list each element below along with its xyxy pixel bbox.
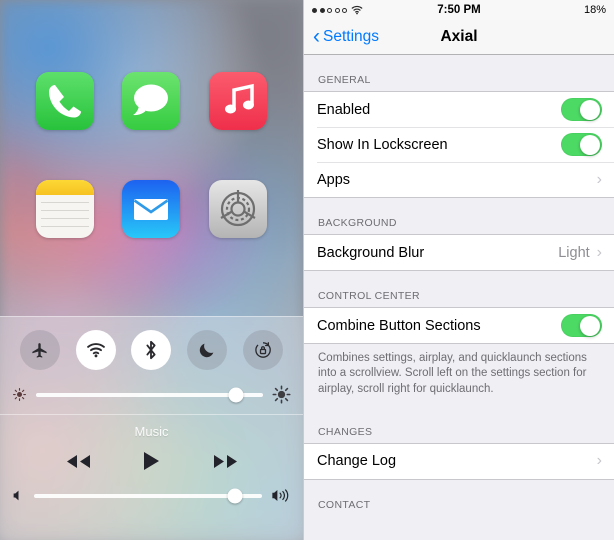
- gear-glyph: [220, 190, 256, 227]
- moon-icon: [200, 343, 214, 358]
- screenshot-root: Music 7:50 PM 18% ‹ Settings Axial GENER…: [0, 0, 614, 540]
- wifi-toggle[interactable]: [75, 330, 116, 370]
- settings-row-label: Enabled: [317, 101, 371, 118]
- toggle-thumb: [580, 99, 600, 120]
- notes-header-band: [36, 180, 95, 195]
- rewind-icon: [66, 454, 90, 468]
- volume-low-icon: [13, 490, 19, 501]
- music-transport-controls: [0, 441, 303, 482]
- ios-home-screen: Music: [0, 0, 303, 540]
- back-button-label: Settings: [323, 28, 380, 45]
- settings-group: Background Blur Light ›: [304, 234, 614, 271]
- chevron-right-icon: ›: [596, 243, 602, 261]
- section-header: CONTROL CENTER: [318, 290, 420, 302]
- signal-dot: [327, 7, 332, 13]
- rotation-lock-icon: [255, 342, 271, 358]
- settings-row[interactable]: Change Log ›: [304, 443, 614, 479]
- settings-group: Enabled Show In Lockscreen Apps ›: [304, 91, 614, 198]
- toggle-thumb: [580, 315, 600, 336]
- notes-rule: [41, 210, 90, 211]
- notes-rule: [41, 218, 90, 219]
- chevron-left-icon: ‹: [313, 24, 320, 48]
- volume-slider-knob[interactable]: [227, 488, 243, 503]
- do-not-disturb-toggle[interactable]: [187, 330, 228, 370]
- brightness-slider-knob[interactable]: [228, 387, 244, 402]
- brightness-slider[interactable]: [36, 387, 263, 402]
- section-header: CONTACT: [318, 498, 371, 511]
- envelope-glyph: [134, 199, 169, 220]
- signal-strength-dots: [312, 7, 347, 13]
- speech-bubble-glyph: [133, 84, 169, 116]
- airplane-mode-toggle[interactable]: [19, 330, 60, 370]
- notes-rule: [41, 202, 90, 203]
- chevron-right-icon: ›: [596, 452, 602, 470]
- settings-row-value: Light: [558, 244, 590, 261]
- settings-row-label: Apps: [317, 171, 351, 188]
- volume-slider-row: [0, 482, 303, 511]
- wifi-icon: [351, 5, 363, 15]
- forward-button[interactable]: [211, 450, 241, 472]
- section-header: BACKGROUND: [318, 217, 397, 229]
- phone-app-icon[interactable]: [36, 72, 95, 130]
- back-button[interactable]: ‹ Settings: [313, 24, 380, 48]
- signal-dot: [319, 7, 325, 13]
- toggle-thumb: [580, 134, 600, 155]
- settings-row-label: Combine Button Sections: [317, 317, 481, 334]
- settings-row[interactable]: Apps ›: [304, 162, 614, 197]
- section-footer-note: Combines settings, airplay, and quicklau…: [318, 352, 587, 395]
- settings-row[interactable]: Background Blur Light ›: [304, 235, 614, 270]
- navigation-bar: ‹ Settings Axial: [304, 20, 614, 55]
- toggle-switch[interactable]: [561, 133, 602, 156]
- settings-table[interactable]: GENERAL Enabled Show In Lockscreen Apps › BAC…: [304, 55, 614, 540]
- brightness-slider-row: [0, 379, 303, 412]
- toggle-switch[interactable]: [561, 98, 602, 121]
- brightness-high-icon: [272, 385, 291, 404]
- settings-row[interactable]: Enabled: [304, 92, 614, 127]
- settings-row-label: Background Blur: [317, 244, 425, 261]
- volume-high-icon: [272, 489, 289, 502]
- messages-app-icon[interactable]: [122, 72, 181, 130]
- settings-row-label: Change Log: [317, 453, 397, 470]
- section-header: CHANGES: [318, 425, 373, 438]
- notes-rule: [41, 226, 90, 227]
- wifi-icon: [86, 343, 105, 358]
- play-icon: [144, 452, 159, 470]
- phone-glyph: [49, 85, 82, 118]
- airplane-icon: [32, 342, 48, 358]
- signal-dot: [342, 7, 347, 13]
- settings-screen: 7:50 PM 18% ‹ Settings Axial GENERAL Enab…: [303, 0, 614, 540]
- settings-row[interactable]: Show In Lockscreen: [304, 127, 614, 162]
- fast-forward-icon: [213, 454, 237, 468]
- toggle-switch[interactable]: [561, 314, 602, 337]
- play-button[interactable]: [137, 450, 167, 472]
- bluetooth-icon: [146, 340, 157, 360]
- status-bar-left: [312, 5, 363, 15]
- brightness-low-icon: [13, 388, 26, 401]
- signal-dot: [334, 7, 340, 13]
- settings-app-icon[interactable]: [208, 180, 267, 238]
- chevron-right-icon: ›: [596, 170, 602, 188]
- settings-group: Change Log ›: [304, 442, 614, 480]
- music-widget-title: Music: [134, 424, 169, 439]
- signal-dot: [312, 7, 317, 13]
- status-bar: 7:50 PM 18%: [304, 0, 614, 20]
- volume-slider[interactable]: [34, 488, 262, 503]
- settings-row-label: Show In Lockscreen: [317, 136, 448, 153]
- app-icon-grid: [0, 72, 303, 238]
- section-header: GENERAL: [318, 74, 371, 86]
- mail-app-icon[interactable]: [122, 180, 181, 238]
- settings-row[interactable]: Combine Button Sections: [304, 308, 614, 343]
- home-screen-area: [0, 0, 303, 316]
- music-app-icon[interactable]: [208, 72, 267, 130]
- control-center-toggles: [0, 317, 303, 379]
- rotation-lock-toggle[interactable]: [243, 330, 284, 370]
- rewind-button[interactable]: [63, 450, 93, 472]
- notes-app-icon[interactable]: [36, 180, 95, 238]
- music-note-glyph: [224, 83, 254, 114]
- control-center: Music: [0, 316, 303, 540]
- bluetooth-toggle[interactable]: [131, 330, 172, 370]
- settings-group: Combine Button Sections: [304, 307, 614, 344]
- status-bar-battery: 18%: [583, 4, 606, 16]
